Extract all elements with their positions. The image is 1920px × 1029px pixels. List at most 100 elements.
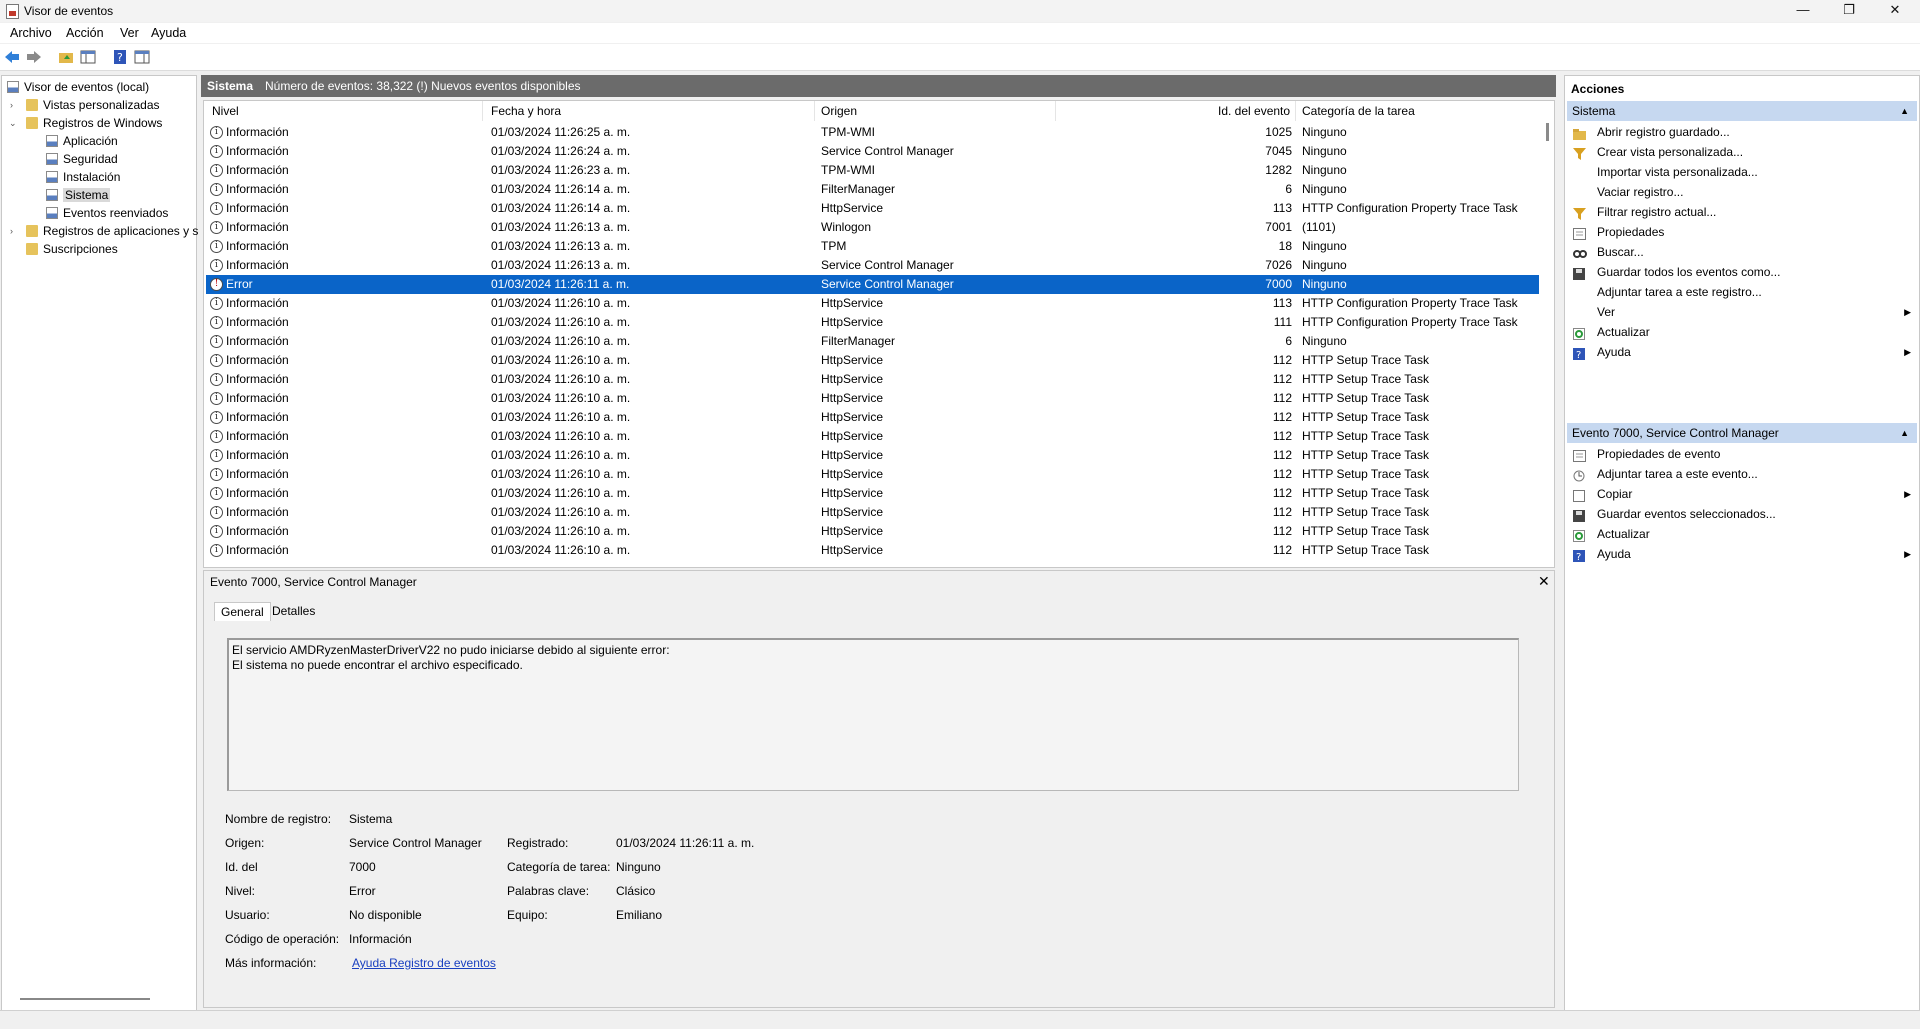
table-row[interactable]: i Información 01/03/2024 11:26:14 a. m. Htt…: [206, 199, 1539, 218]
tree-app-services-logs[interactable]: › Registros de aplicaciones y s: [10, 223, 198, 240]
table-row[interactable]: ! Error 01/03/2024 11:26:11 a. m. Service C…: [206, 275, 1539, 294]
table-row[interactable]: i Información 01/03/2024 11:26:13 a. m. Win…: [206, 218, 1539, 237]
column-header-separator[interactable]: [1295, 101, 1296, 121]
actions-section-sistema[interactable]: Sistema ▲: [1567, 101, 1917, 121]
action-section2-3[interactable]: Guardar eventos seleccionados...: [1569, 504, 1915, 524]
chevron-right-icon[interactable]: ›: [10, 223, 13, 240]
vertical-scrollbar[interactable]: [1546, 123, 1549, 141]
table-row[interactable]: i Información 01/03/2024 11:26:10 a. m. Htt…: [206, 294, 1539, 313]
table-row[interactable]: i Información 01/03/2024 11:26:25 a. m. TPM…: [206, 123, 1539, 142]
folder-up-icon[interactable]: [58, 50, 74, 64]
cell-level: Información: [226, 220, 289, 234]
log-icon: [46, 207, 58, 219]
menu-archivo[interactable]: Archivo: [10, 26, 52, 40]
svg-text:?: ?: [117, 51, 123, 64]
action-section1-9[interactable]: Ver ▶: [1569, 302, 1915, 322]
action-section1-6[interactable]: Buscar...: [1569, 242, 1915, 262]
action-section2-0[interactable]: Propiedades de evento: [1569, 444, 1915, 464]
action-section1-1[interactable]: Crear vista personalizada...: [1569, 142, 1915, 162]
table-row[interactable]: i Información 01/03/2024 11:26:10 a. m. Htt…: [206, 370, 1539, 389]
tab-detalles[interactable]: Detalles: [266, 602, 321, 620]
tree-windows-logs[interactable]: ⌄ Registros de Windows: [9, 115, 162, 132]
menu-ayuda[interactable]: Ayuda: [151, 26, 186, 40]
chevron-down-icon[interactable]: ⌄: [9, 115, 17, 132]
close-icon[interactable]: ✕: [1538, 573, 1550, 590]
forward-icon[interactable]: [26, 50, 42, 64]
show-hide-tree-icon[interactable]: [80, 50, 96, 64]
action-section1-10[interactable]: Actualizar: [1569, 322, 1915, 342]
close-button[interactable]: ✕: [1872, 0, 1918, 22]
maximize-button[interactable]: ❐: [1826, 0, 1872, 22]
menu-accion[interactable]: Acción: [66, 26, 104, 40]
cell-level: Información: [226, 201, 289, 215]
menu-ver[interactable]: Ver: [120, 26, 139, 40]
column-separator[interactable]: [814, 101, 815, 121]
table-row[interactable]: i Información 01/03/2024 11:26:14 a. m. Fil…: [206, 180, 1539, 199]
tree-log-eventos-reenviados[interactable]: Eventos reenviados: [46, 205, 168, 222]
tree-custom-views[interactable]: › Vistas personalizadas: [10, 97, 160, 114]
event-log-help-link[interactable]: Ayuda Registro de eventos: [352, 956, 496, 970]
tree-subscriptions[interactable]: Suscripciones: [12, 241, 118, 258]
table-row[interactable]: i Información 01/03/2024 11:26:10 a. m. Htt…: [206, 503, 1539, 522]
table-row[interactable]: i Información 01/03/2024 11:26:10 a. m. Htt…: [206, 522, 1539, 541]
column-header-fecha[interactable]: Fecha y hora: [491, 104, 561, 118]
table-row[interactable]: i Información 01/03/2024 11:26:10 a. m. Htt…: [206, 427, 1539, 446]
action-section1-3[interactable]: Vaciar registro...: [1569, 182, 1915, 202]
help-icon[interactable]: ?: [112, 50, 128, 64]
collapse-arrow-icon[interactable]: ▲: [1900, 101, 1909, 121]
cell-id: 112: [1272, 486, 1292, 500]
table-row[interactable]: i Información 01/03/2024 11:26:10 a. m. Htt…: [206, 465, 1539, 484]
table-row[interactable]: i Información 01/03/2024 11:26:10 a. m. Htt…: [206, 351, 1539, 370]
action-section2-2[interactable]: Copiar ▶: [1569, 484, 1915, 504]
column-header-origen[interactable]: Origen: [821, 104, 857, 118]
console-tree: Visor de eventos (local) › Vistas person…: [1, 75, 198, 1011]
tab-general[interactable]: General: [214, 602, 271, 621]
column-separator[interactable]: [1055, 101, 1056, 121]
table-row[interactable]: i Información 01/03/2024 11:26:13 a. m. Ser…: [206, 256, 1539, 275]
table-row[interactable]: i Información 01/03/2024 11:26:23 a. m. TPM…: [206, 161, 1539, 180]
action-section1-8[interactable]: Adjuntar tarea a este registro...: [1569, 282, 1915, 302]
table-row[interactable]: i Información 01/03/2024 11:26:10 a. m. Fil…: [206, 332, 1539, 351]
action-section1-0[interactable]: Abrir registro guardado...: [1569, 122, 1915, 142]
cell-level: Información: [226, 429, 289, 443]
action-section2-5[interactable]: ? Ayuda ▶: [1569, 544, 1915, 564]
table-row[interactable]: i Información 01/03/2024 11:26:10 a. m. Htt…: [206, 446, 1539, 465]
collapse-arrow-icon[interactable]: ▲: [1900, 423, 1909, 443]
cell-id: 1025: [1265, 125, 1292, 139]
table-row[interactable]: i Información 01/03/2024 11:26:10 a. m. Htt…: [206, 484, 1539, 503]
column-separator[interactable]: [482, 101, 483, 121]
column-header-categoria[interactable]: Categoría de la tarea: [1302, 104, 1415, 118]
tree-root[interactable]: Visor de eventos (local): [7, 79, 149, 96]
actions-section-evento[interactable]: Evento 7000, Service Control Manager ▲: [1567, 423, 1917, 443]
column-header-id[interactable]: Id. del evento: [1218, 104, 1290, 118]
show-hide-actions-icon[interactable]: [134, 50, 150, 64]
action-section1-7[interactable]: Guardar todos los eventos como...: [1569, 262, 1915, 282]
action-section1-5[interactable]: Propiedades: [1569, 222, 1915, 242]
back-icon[interactable]: [4, 50, 20, 64]
cell-id: 7000: [1265, 277, 1292, 291]
info-icon: i: [210, 449, 223, 462]
table-row[interactable]: i Información 01/03/2024 11:26:10 a. m. Htt…: [206, 313, 1539, 332]
table-row[interactable]: i Información 01/03/2024 11:26:10 a. m. Htt…: [206, 408, 1539, 427]
action-section1-2[interactable]: Importar vista personalizada...: [1569, 162, 1915, 182]
action-section1-4[interactable]: Filtrar registro actual...: [1569, 202, 1915, 222]
tree-log-sistema[interactable]: Sistema: [46, 187, 111, 204]
info-icon: i: [210, 297, 223, 310]
tree-log-instalacion[interactable]: Instalación: [46, 169, 120, 186]
chevron-right-icon[interactable]: ›: [10, 97, 13, 114]
table-row[interactable]: i Información 01/03/2024 11:26:10 a. m. Htt…: [206, 389, 1539, 408]
status-bar: [0, 1010, 1920, 1029]
horizontal-scrollbar[interactable]: [20, 998, 150, 1000]
column-header-nivel[interactable]: Nivel: [212, 104, 239, 118]
action-section2-1[interactable]: Adjuntar tarea a este evento...: [1569, 464, 1915, 484]
action-section2-4[interactable]: Actualizar: [1569, 524, 1915, 544]
table-row[interactable]: i Información 01/03/2024 11:26:24 a. m. Ser…: [206, 142, 1539, 161]
tree-log-seguridad[interactable]: Seguridad: [46, 151, 118, 168]
table-row[interactable]: i Información 01/03/2024 11:26:13 a. m. TPM…: [206, 237, 1539, 256]
cell-source: HttpService: [821, 448, 884, 462]
minimize-button[interactable]: —: [1780, 0, 1826, 22]
tree-log-aplicacion[interactable]: Aplicación: [46, 133, 118, 150]
table-row[interactable]: i Información 01/03/2024 11:26:10 a. m. Htt…: [206, 541, 1539, 560]
event-count-info: Número de eventos: 38,322 (!) Nuevos eve…: [265, 79, 581, 93]
action-section1-11[interactable]: ? Ayuda ▶: [1569, 342, 1915, 362]
